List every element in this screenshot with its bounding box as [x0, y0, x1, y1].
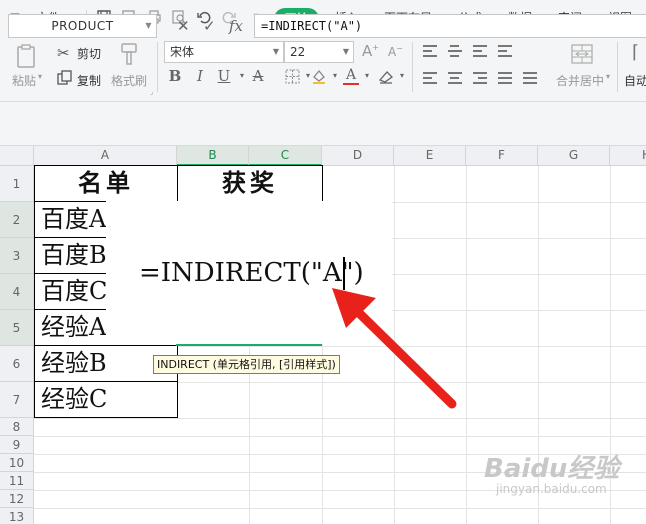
baidu-watermark-url: jingyan.baidu.com: [496, 482, 607, 496]
annotation-arrow: [332, 288, 457, 409]
baidu-watermark-logo: Baidu经验: [484, 454, 620, 484]
